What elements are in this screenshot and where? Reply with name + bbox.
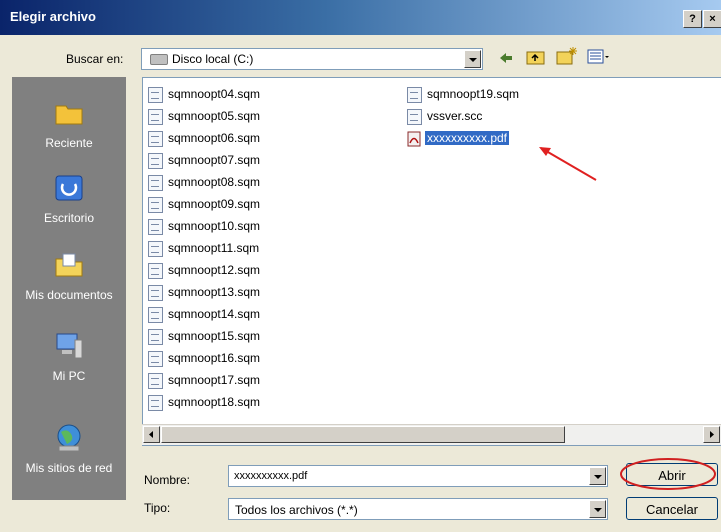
scroll-right-button[interactable] bbox=[703, 426, 720, 443]
list-item[interactable]: sqmnoopt16.sqm bbox=[148, 349, 260, 367]
sqm-file-icon bbox=[148, 196, 163, 213]
list-item[interactable]: sqmnoopt04.sqm bbox=[148, 85, 260, 103]
sqm-file-icon bbox=[148, 108, 163, 125]
place-network-label: Mis sitios de red bbox=[25, 461, 113, 475]
horizontal-scrollbar[interactable] bbox=[142, 424, 721, 445]
annotation-arrow bbox=[539, 147, 597, 181]
place-my-computer-label: Mi PC bbox=[52, 369, 86, 383]
place-my-documents[interactable]: Mis documentos bbox=[12, 249, 126, 302]
place-my-computer[interactable]: Mi PC bbox=[12, 330, 126, 383]
cancel-button[interactable]: Cancelar bbox=[626, 497, 718, 520]
places-bar: Reciente Escritorio Mis documentos Mi PC bbox=[12, 77, 126, 500]
list-item[interactable]: sqmnoopt12.sqm bbox=[148, 261, 260, 279]
drive-icon bbox=[150, 54, 168, 65]
sqm-file-icon bbox=[148, 262, 163, 279]
sqm-file-icon bbox=[148, 240, 163, 257]
place-network[interactable]: Mis sitios de red bbox=[12, 422, 126, 475]
list-item[interactable]: sqmnoopt17.sqm bbox=[148, 371, 260, 389]
list-item[interactable]: sqmnoopt10.sqm bbox=[148, 217, 260, 235]
scc-file-icon bbox=[407, 108, 422, 125]
sqm-file-icon bbox=[148, 218, 163, 235]
list-item[interactable]: sqmnoopt09.sqm bbox=[148, 195, 260, 213]
my-computer-icon bbox=[56, 333, 83, 359]
sqm-file-icon bbox=[407, 86, 422, 103]
sqm-file-icon bbox=[148, 306, 163, 323]
view-menu-icon[interactable] bbox=[587, 48, 611, 66]
list-item[interactable]: sqmnoopt14.sqm bbox=[148, 305, 260, 323]
sqm-file-icon bbox=[148, 284, 163, 301]
sqm-file-icon bbox=[148, 86, 163, 103]
new-folder-icon[interactable] bbox=[556, 46, 578, 66]
sqm-file-icon bbox=[148, 394, 163, 411]
list-item[interactable]: sqmnoopt08.sqm bbox=[148, 173, 260, 191]
chevron-right-icon bbox=[710, 431, 714, 438]
up-folder-icon[interactable] bbox=[526, 48, 546, 66]
network-places-icon bbox=[57, 424, 81, 452]
sqm-file-icon bbox=[148, 152, 163, 169]
list-item[interactable]: sqmnoopt13.sqm bbox=[148, 283, 260, 301]
pdf-file-icon bbox=[407, 131, 421, 147]
list-item[interactable]: sqmnoopt05.sqm bbox=[148, 107, 260, 125]
recent-folder-icon bbox=[55, 105, 83, 125]
sqm-file-icon bbox=[148, 174, 163, 191]
scroll-thumb[interactable] bbox=[161, 426, 565, 443]
chevron-down-icon[interactable] bbox=[589, 500, 606, 518]
list-item[interactable]: sqmnoopt19.sqm bbox=[407, 85, 519, 103]
window-title: Elegir archivo bbox=[10, 9, 96, 24]
sqm-file-icon bbox=[148, 372, 163, 389]
filetype-select[interactable]: Todos los archivos (*.*) bbox=[228, 498, 608, 520]
filetype-label: Tipo: bbox=[144, 501, 171, 515]
annotation-circle bbox=[620, 458, 716, 490]
place-recent-label: Reciente bbox=[45, 136, 93, 150]
list-item[interactable]: sqmnoopt15.sqm bbox=[148, 327, 260, 345]
place-my-documents-label: Mis documentos bbox=[25, 288, 113, 302]
list-item[interactable]: sqmnoopt06.sqm bbox=[148, 129, 260, 147]
file-dialog: Elegir archivo ? × Buscar en: Disco loca… bbox=[0, 0, 721, 532]
list-item-selected[interactable]: xxxxxxxxxx.pdf bbox=[407, 129, 510, 147]
filetype-value: Todos los archivos (*.*) bbox=[235, 503, 358, 517]
filename-label: Nombre: bbox=[144, 473, 191, 487]
chevron-left-icon bbox=[149, 431, 153, 438]
list-item[interactable]: sqmnoopt11.sqm bbox=[148, 239, 259, 257]
lookin-value: Disco local (C:) bbox=[172, 52, 254, 66]
list-item[interactable]: sqmnoopt07.sqm bbox=[148, 151, 260, 169]
help-button[interactable]: ? bbox=[683, 10, 702, 28]
scroll-left-button[interactable] bbox=[143, 426, 160, 443]
sqm-file-icon bbox=[148, 350, 163, 367]
list-item[interactable]: vssver.scc bbox=[407, 107, 482, 125]
place-desktop-label: Escritorio bbox=[43, 211, 94, 225]
chevron-down-icon[interactable] bbox=[589, 467, 606, 485]
chevron-down-icon[interactable] bbox=[464, 50, 481, 68]
title-bar: Elegir archivo ? × bbox=[0, 0, 721, 35]
sqm-file-icon bbox=[148, 130, 163, 147]
my-documents-icon bbox=[55, 253, 83, 277]
desktop-icon bbox=[55, 175, 83, 201]
filename-value: xxxxxxxxxx.pdf bbox=[234, 470, 308, 482]
sqm-file-icon bbox=[148, 328, 163, 345]
list-item[interactable]: sqmnoopt18.sqm bbox=[148, 393, 260, 411]
close-button[interactable]: × bbox=[703, 10, 721, 28]
place-recent[interactable]: Reciente bbox=[12, 97, 126, 150]
place-desktop[interactable]: Escritorio bbox=[12, 172, 126, 225]
filename-input[interactable]: xxxxxxxxxx.pdf bbox=[228, 465, 608, 487]
lookin-select[interactable]: Disco local (C:) bbox=[141, 48, 483, 70]
lookin-label: Buscar en: bbox=[66, 52, 124, 66]
back-arrow-icon[interactable] bbox=[498, 50, 514, 66]
file-list[interactable]: sqmnoopt04.sqm sqmnoopt05.sqm sqmnoopt06… bbox=[142, 77, 721, 446]
